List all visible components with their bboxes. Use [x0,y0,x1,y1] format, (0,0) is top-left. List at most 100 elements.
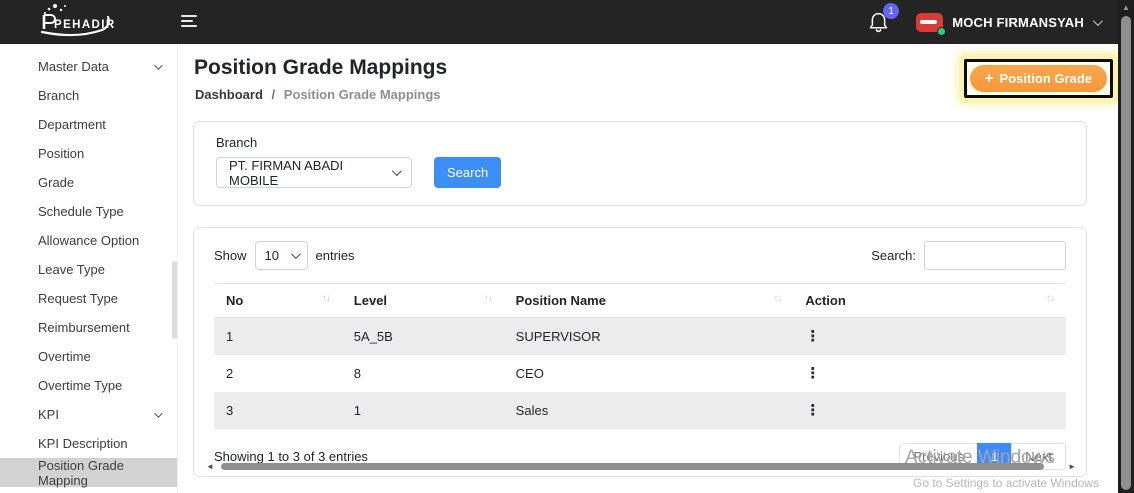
sort-icon[interactable]: ↑↓ [322,293,331,304]
search-button[interactable]: Search [434,157,502,188]
chevron-down-icon [392,166,402,176]
column-header-level[interactable]: Level ↑↓ [341,283,504,318]
sidebar-item-label: Department [38,117,106,132]
sidebar-item-department[interactable]: Department [0,110,177,139]
cell-position-name: SUPERVISOR [515,329,601,344]
filter-row: PT. FIRMAN ABADI MOBILE Search [216,157,1064,188]
cell-position-name: Sales [515,403,549,418]
app-header: PEHADIR 1 MOCH FIRMANSYAH [0,0,1134,44]
page-title: Position Grade Mappings [194,56,448,79]
column-header-position-name[interactable]: Position Name ↑↓ [503,283,794,318]
column-label: No [226,293,244,308]
cell-no: 3 [226,403,234,418]
logo: PEHADIR [18,2,128,47]
table-row: 3 1 Sales ⋮ [214,392,1066,429]
avatar [916,12,947,36]
sidebar-item-label: Request Type [38,291,118,306]
breadcrumb: Dashboard / Position Grade Mappings [195,87,441,102]
row-actions-menu-icon[interactable]: ⋮ [805,365,820,382]
column-label: Action [805,293,846,308]
column-header-action[interactable]: Action ↑↓ [793,283,1066,318]
sidebar-item-schedule-type[interactable]: Schedule Type [0,197,177,226]
cell-level: 8 [353,366,362,381]
sidebar-item-overtime-type[interactable]: Overtime Type [0,371,177,400]
sidebar-item-kpi[interactable]: KPI [0,400,177,429]
sidebar-item-position-grade-mapping[interactable]: Position Grade Mapping [0,458,177,488]
sidebar-item-label: Reimbursement [38,320,130,335]
sort-icon[interactable]: ↑↓ [1046,293,1055,304]
add-position-grade-label: Position Grade [999,71,1092,86]
app-root: PEHADIR 1 MOCH FIRMANSYAH Master Data Br… [0,0,1134,493]
sidebar-item-label: KPI Description [38,436,128,451]
table-controls: Show 10 entries Search: [214,241,1066,270]
add-position-grade-button[interactable]: + Position Grade [969,65,1107,92]
sidebar-item-label: Leave Type [38,262,105,277]
sidebar-item-grade[interactable]: Grade [0,168,177,197]
sidebar-item-master-data[interactable]: Master Data [0,52,177,81]
cell-position-name: CEO [515,366,544,381]
sort-icon[interactable]: ↑↓ [484,293,493,304]
sidebar-item-position[interactable]: Position [0,139,177,168]
hamburger-bar [181,15,197,17]
column-header-no[interactable]: No ↑↓ [214,283,342,318]
logo-image: PEHADIR [40,4,114,37]
plus-icon: + [984,70,994,87]
horizontal-scrollbar-thumb[interactable] [220,462,1044,470]
chevron-down-icon [154,408,163,418]
table-header-row: No ↑↓ Level ↑↓ Position Name ↑↓ Action ↑… [214,283,1066,318]
sidebar-item-label: Position [38,146,85,161]
cell-level: 1 [353,403,362,418]
table-row: 1 5A_5B SUPERVISOR ⋮ [214,317,1066,355]
sidebar-item-label: Overtime Type [38,378,123,393]
sidebar-item-kpi-description[interactable]: KPI Description [0,429,177,458]
position-grade-table-card: Show 10 entries Search: No ↑↓ Level ↑↓ P… [193,227,1087,477]
sidebar-item-branch[interactable]: Branch [0,81,177,110]
vertical-scrollbar[interactable]: ▲ [1118,0,1134,493]
cell-no: 1 [226,329,234,344]
scroll-up-arrow-icon[interactable]: ▲ [1118,3,1134,12]
sort-icon[interactable]: ↑↓ [773,293,782,304]
hamburger-bar [181,25,197,27]
page-length-value: 10 [264,248,279,263]
vertical-scrollbar-thumb[interactable] [1121,16,1131,490]
search-label: Search: [871,248,916,263]
sidebar-item-overtime[interactable]: Overtime [0,342,177,371]
table-search-input[interactable] [924,241,1066,270]
sidebar-toggle-icon[interactable] [181,15,199,30]
sidebar-item-label: Overtime [38,349,91,364]
branch-select-value: PT. FIRMAN ABADI MOBILE [229,157,344,188]
page-length-control: Show 10 entries [214,241,355,270]
entries-label: entries [315,248,355,263]
sidebar-item-reimbursement[interactable]: Reimbursement [0,313,177,342]
hamburger-bar [181,20,193,22]
chevron-down-icon [1092,15,1103,26]
breadcrumb-current: Position Grade Mappings [283,87,441,102]
header-right: 1 MOCH FIRMANSYAH [868,0,1103,44]
sidebar-item-label: Master Data [38,59,109,74]
horizontal-scrollbar-track[interactable] [217,462,1065,471]
position-grade-table: No ↑↓ Level ↑↓ Position Name ↑↓ Action ↑… [214,283,1066,429]
row-actions-menu-icon[interactable]: ⋮ [805,402,820,419]
sidebar-item-request-type[interactable]: Request Type [0,284,177,313]
cell-level: 5A_5B [353,329,393,344]
scroll-right-arrow-icon[interactable]: ► [1068,462,1076,471]
sidebar-item-allowance-option[interactable]: Allowance Option [0,226,177,255]
column-label: Level [353,293,388,308]
column-label: Position Name [515,293,606,308]
scroll-left-arrow-icon[interactable]: ◄ [206,462,214,471]
show-label: Show [214,248,247,263]
breadcrumb-dashboard-link[interactable]: Dashboard [195,87,263,102]
chevron-down-icon [154,60,163,70]
online-status-dot [937,26,947,36]
sidebar-item-label: KPI [38,407,59,422]
sidebar-scrollbar-thumb[interactable] [172,261,177,339]
sidebar-item-leave-type[interactable]: Leave Type [0,255,177,284]
branch-label: Branch [216,135,258,150]
notifications-button[interactable]: 1 [868,3,900,34]
user-menu[interactable]: MOCH FIRMANSYAH [916,12,1103,36]
notification-count-badge: 1 [883,3,900,19]
row-actions-menu-icon[interactable]: ⋮ [805,328,820,345]
branch-select[interactable]: PT. FIRMAN ABADI MOBILE [216,157,412,188]
chevron-down-icon [290,249,301,260]
page-length-select[interactable]: 10 [254,241,308,270]
